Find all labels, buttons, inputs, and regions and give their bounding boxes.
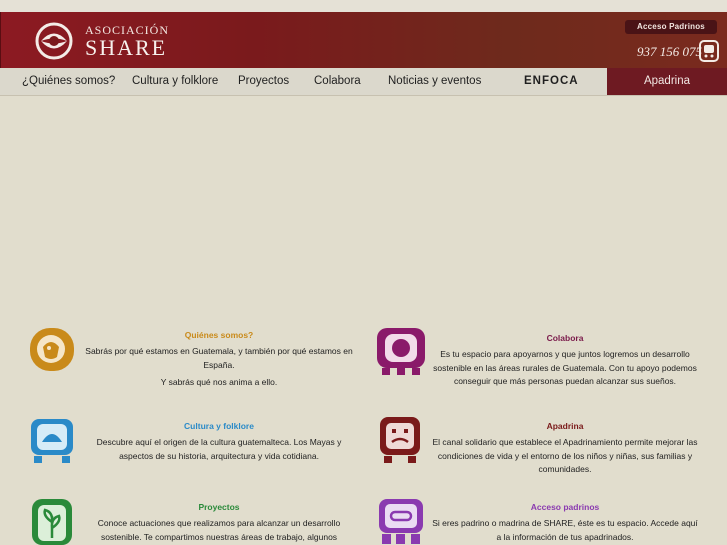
nav-quienes-somos[interactable]: ¿Quiénes somos? (22, 68, 115, 95)
card-quienes-text: Sabrás por qué estamos en Guatemala, y t… (85, 346, 353, 370)
acceso-padrinos-icon[interactable] (378, 498, 424, 545)
nav-noticias-eventos[interactable]: Noticias y eventos (388, 68, 481, 95)
card-cultura-text: Descubre aquí el origen de la cultura gu… (96, 437, 342, 461)
card-quienes-somos: Quiénes somos? Sabrás por qué estamos en… (84, 330, 354, 390)
card-cultura-title[interactable]: Cultura y folklore (84, 421, 354, 431)
nav-colabora[interactable]: Colabora (314, 68, 361, 95)
phone-icon (699, 40, 719, 62)
share-logo-icon[interactable] (35, 22, 73, 60)
colabora-icon[interactable] (376, 327, 426, 376)
nav-proyectos[interactable]: Proyectos (238, 68, 289, 95)
card-acceso-text: Si eres padrino o madrina de SHARE, éste… (432, 518, 698, 542)
card-colabora: Colabora Es tu espacio para apoyarnos y … (430, 333, 700, 389)
card-apadrina-text: El canal solidario que establece el Apad… (432, 437, 698, 474)
card-apadrina-title[interactable]: Apadrina (430, 421, 700, 431)
card-acceso-padrinos: Acceso padrinos Si eres padrino o madrin… (430, 502, 700, 544)
main-nav: ¿Quiénes somos? Cultura y folklore Proye… (0, 68, 727, 96)
proyectos-icon[interactable] (31, 498, 73, 545)
top-strip (0, 0, 727, 12)
phone-number: 937 156 075 (637, 44, 702, 59)
site-header: ASOCIACIÓN SHARE Acceso Padrinos 937 156… (0, 12, 727, 68)
card-acceso-title[interactable]: Acceso padrinos (430, 502, 700, 512)
card-proyectos-text: Conoce actuaciones que realizamos para a… (97, 518, 341, 542)
access-padrinos-button[interactable]: Acceso Padrinos (625, 20, 717, 34)
logo-title[interactable]: SHARE (85, 35, 167, 61)
card-colabora-text: Es tu espacio para apoyarnos y que junto… (433, 349, 697, 386)
cultura-folklore-icon[interactable] (30, 418, 74, 464)
nav-enfoca[interactable]: ENFOCA (524, 68, 579, 95)
nav-apadrina[interactable]: Apadrina (607, 68, 727, 95)
apadrina-icon[interactable] (378, 416, 422, 464)
card-quienes-text-2: Y sabrás qué nos anima a ello. (160, 377, 278, 387)
card-proyectos: Proyectos Conoce actuaciones que realiza… (84, 502, 354, 544)
card-quienes-title[interactable]: Quiénes somos? (84, 330, 354, 340)
nav-cultura-folklore[interactable]: Cultura y folklore (132, 68, 218, 95)
card-apadrina: Apadrina El canal solidario que establec… (430, 421, 700, 477)
quienes-somos-icon[interactable] (29, 327, 75, 372)
card-cultura: Cultura y folklore Descubre aquí el orig… (84, 421, 354, 463)
card-proyectos-title[interactable]: Proyectos (84, 502, 354, 512)
card-colabora-title[interactable]: Colabora (430, 333, 700, 343)
